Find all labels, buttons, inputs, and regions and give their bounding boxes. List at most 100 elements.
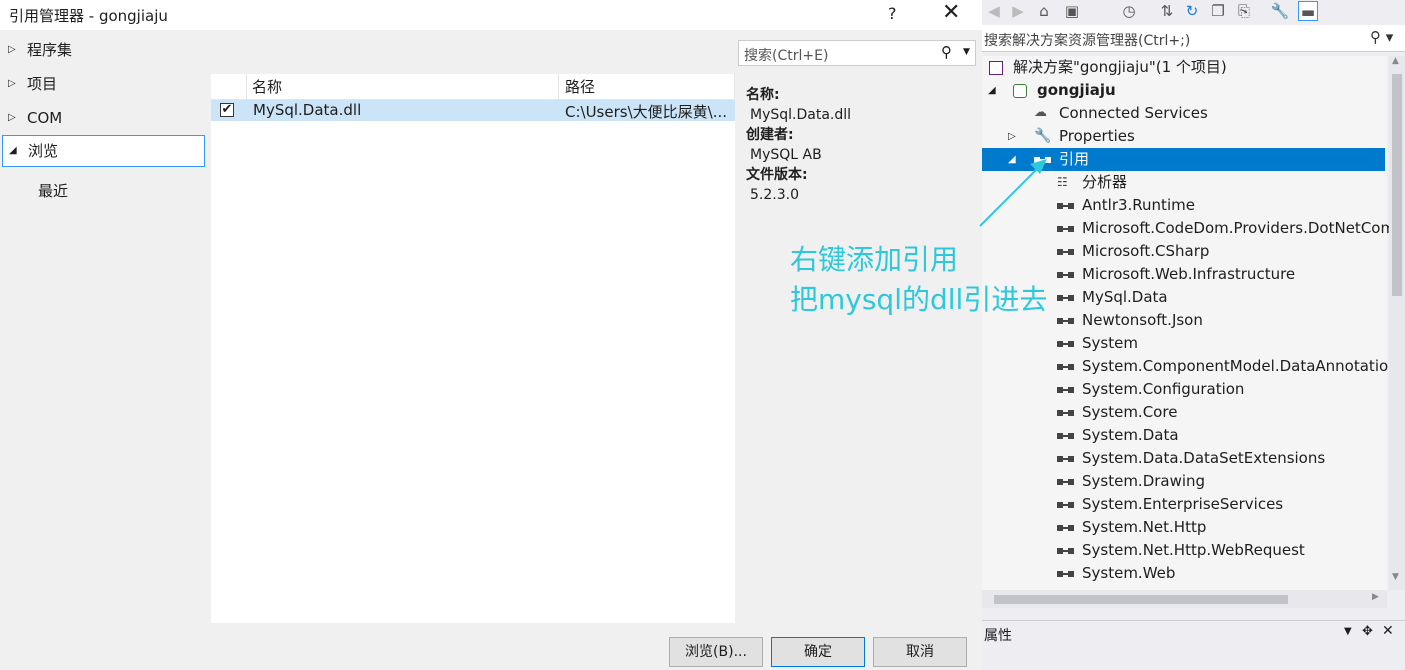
reference-label: System — [1082, 334, 1138, 352]
detail-name-value: MySql.Data.dll — [750, 107, 852, 123]
close-button[interactable]: ✕ — [942, 0, 960, 25]
sync-icon[interactable]: ⇅ — [1157, 1, 1177, 21]
nav-item-assemblies[interactable]: ▷ 程序集 — [0, 34, 206, 66]
include-checkbox[interactable]: ✔ — [220, 103, 234, 117]
reference-label: Newtonsoft.Json — [1082, 311, 1203, 329]
reference-icon — [1057, 341, 1074, 347]
expand-arrow-icon[interactable]: ◢ — [988, 79, 1000, 102]
ok-button[interactable]: 确定 — [771, 637, 865, 667]
expand-arrow-icon[interactable]: ◢ — [1008, 148, 1020, 171]
show-all-files-icon[interactable]: ⎘ — [1234, 1, 1254, 21]
references-icon — [1034, 157, 1051, 163]
scroll-up-icon[interactable]: ▲ — [1392, 56, 1399, 66]
table-row[interactable]: ✔ MySql.Data.dll C:\Users\大便比屎黄\... — [211, 100, 735, 121]
solution-explorer-search[interactable]: 搜索解决方案资源管理器(Ctrl+;) ⚲ ▾ — [982, 25, 1405, 52]
nav-label: 浏览 — [28, 142, 59, 160]
solution-explorer-toolbar: ◀ ▶ ⌂ ▣ ◷ ⇅ ↻ ❐ ⎘ 🔧 ▬ — [982, 0, 1405, 24]
reference-icon — [1057, 525, 1074, 531]
horizontal-scrollbar[interactable]: ▶ — [982, 590, 1387, 608]
reference-item[interactable]: System.Data — [982, 424, 1387, 447]
refresh-icon[interactable]: ↻ — [1182, 1, 1202, 21]
reference-label: System.Web — [1082, 564, 1176, 582]
tree-node-solution[interactable]: 解决方案"gongjiaju"(1 个项目) — [982, 56, 1387, 79]
reference-icon — [1057, 571, 1074, 577]
analyzer-icon: ☷ — [1057, 175, 1068, 189]
scroll-thumb[interactable] — [1392, 74, 1402, 296]
annotation-line-2: 把mysql的dll引进去 — [790, 283, 1048, 316]
reference-label: System.Data.DataSetExtensions — [1082, 449, 1326, 467]
dialog-search-input[interactable]: 搜索(Ctrl+E) ⚲ ▼ — [738, 40, 976, 66]
reference-label: Microsoft.CSharp — [1082, 242, 1210, 260]
reference-label: System.Net.Http.WebRequest — [1082, 541, 1305, 559]
reference-item[interactable]: System.Configuration — [982, 378, 1387, 401]
scroll-right-icon[interactable]: ▶ — [1372, 592, 1379, 602]
reference-label: MySql.Data — [1082, 288, 1168, 306]
reference-icon — [1057, 249, 1074, 255]
home-icon[interactable]: ⌂ — [1034, 1, 1054, 21]
pin-icon[interactable]: ✥ — [1362, 624, 1373, 639]
reference-icon — [1057, 502, 1074, 508]
tree-node-references[interactable]: ◢ 引用 — [982, 148, 1385, 171]
reference-item[interactable]: System.Web — [982, 562, 1387, 585]
reference-item[interactable]: System.ComponentModel.DataAnnotations — [982, 355, 1405, 378]
vertical-scrollbar[interactable]: ▲ ▼ — [1389, 56, 1405, 590]
tree-node-analyzers[interactable]: ☷ 分析器 — [982, 171, 1387, 194]
solution-icon — [989, 61, 1003, 75]
properties-label: Properties — [1059, 127, 1135, 145]
reference-item[interactable]: System — [982, 332, 1387, 355]
reference-item[interactable]: System.Drawing — [982, 470, 1387, 493]
dropdown-icon[interactable]: ▼ — [1344, 626, 1352, 637]
nav-label: 最近 — [38, 182, 69, 200]
column-header-name[interactable]: 名称 — [247, 74, 559, 100]
scroll-down-icon[interactable]: ▼ — [1392, 572, 1399, 582]
nav-item-recent[interactable]: 最近 — [0, 175, 206, 207]
nav-item-com[interactable]: ▷ COM — [0, 102, 206, 134]
forward-icon[interactable]: ▶ — [1008, 1, 1028, 21]
tree-node-properties[interactable]: ▷ 🔧 Properties — [982, 125, 1387, 148]
tree-node-project[interactable]: ◢ gongjiaju — [982, 79, 1387, 102]
reference-item[interactable]: System.Core — [982, 401, 1387, 424]
browse-button[interactable]: 浏览(B)... — [669, 637, 763, 667]
collapse-arrow-icon[interactable]: ▷ — [1008, 125, 1020, 148]
nav-label: COM — [27, 109, 63, 127]
project-label: gongjiaju — [1037, 81, 1116, 99]
reference-label: System.Data — [1082, 426, 1179, 444]
reference-label: System.Net.Http — [1082, 518, 1207, 536]
reference-label: Antlr3.Runtime — [1082, 196, 1195, 214]
cloud-icon: ☁ — [1034, 105, 1047, 120]
dialog-nav: ▷ 程序集 ▷ 项目 ▷ COM ◢ 浏览 最近 — [0, 33, 210, 623]
scroll-thumb[interactable] — [994, 595, 1288, 604]
row-path: C:\Users\大便比屎黄\... — [565, 103, 727, 121]
nav-item-projects[interactable]: ▷ 项目 — [0, 68, 206, 100]
properties-wrench-icon[interactable]: 🔧 — [1270, 1, 1290, 21]
nav-item-browse[interactable]: ◢ 浏览 — [2, 135, 205, 167]
collapse-all-icon[interactable]: ❐ — [1208, 1, 1228, 21]
reference-item[interactable]: Antlr3.Runtime — [982, 194, 1387, 217]
back-icon[interactable]: ◀ — [984, 1, 1004, 21]
reference-item[interactable]: System.Net.Http.WebRequest — [982, 539, 1387, 562]
search-icon[interactable]: ⚲ — [941, 43, 952, 61]
solution-explorer: ◀ ▶ ⌂ ▣ ◷ ⇅ ↻ ❐ ⎘ 🔧 ▬ 搜索解决方案资源管理器(Ctrl+;… — [982, 0, 1405, 670]
reference-icon — [1057, 387, 1074, 393]
close-icon[interactable]: ✕ — [1382, 623, 1394, 639]
collapse-arrow-icon: ▷ — [8, 112, 16, 123]
switch-views-icon[interactable]: ▣ — [1062, 1, 1082, 21]
cancel-button[interactable]: 取消 — [873, 637, 967, 667]
reference-item[interactable]: Microsoft.CodeDom.Providers.DotNetCompil… — [982, 217, 1405, 240]
reference-label: Microsoft.Web.Infrastructure — [1082, 265, 1296, 283]
reference-label: System.ComponentModel.DataAnnotations — [1082, 357, 1405, 375]
reference-item[interactable]: System.Net.Http — [982, 516, 1387, 539]
expand-arrow-icon: ◢ — [9, 145, 17, 156]
pending-changes-icon[interactable]: ◷ — [1119, 1, 1139, 21]
reference-list: 名称 路径 ✔ MySql.Data.dll C:\Users\大便比屎黄\..… — [211, 74, 735, 623]
search-icon[interactable]: ⚲ ▾ — [1370, 28, 1393, 46]
chevron-down-icon[interactable]: ▼ — [963, 47, 970, 57]
reference-label: System.Core — [1082, 403, 1178, 421]
help-button[interactable]: ? — [888, 4, 897, 23]
tree-node-connected-services[interactable]: ☁ Connected Services — [982, 102, 1387, 125]
preview-selected-icon[interactable]: ▬ — [1298, 1, 1318, 21]
detail-creator-label: 创建者: — [746, 127, 794, 143]
reference-item[interactable]: System.EnterpriseServices — [982, 493, 1387, 516]
column-header-path[interactable]: 路径 — [559, 74, 735, 100]
reference-item[interactable]: System.Data.DataSetExtensions — [982, 447, 1387, 470]
